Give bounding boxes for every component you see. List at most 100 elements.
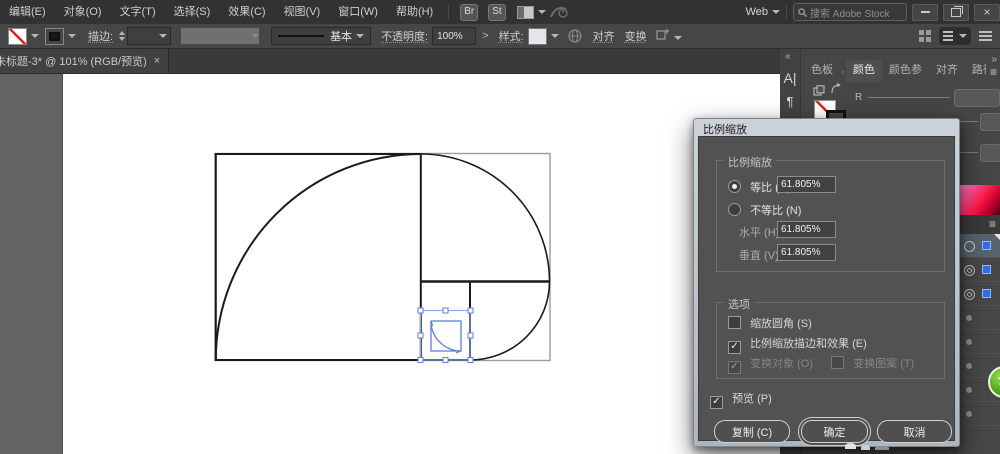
menu-type[interactable]: 文字(T) <box>111 0 165 24</box>
layers-menu-icon[interactable]: ≡ <box>989 217 996 231</box>
document-setup-globe-icon[interactable] <box>567 28 583 44</box>
chevron-down-icon <box>159 34 168 38</box>
canvas-pasteboard[interactable] <box>0 73 780 454</box>
close-button[interactable]: × <box>974 3 1000 21</box>
green-channel-slider[interactable] <box>958 121 978 122</box>
workspace-layout-icon <box>516 5 534 19</box>
align-button[interactable]: 对齐 <box>593 28 615 44</box>
tab-pathfinder[interactable]: 路径查 <box>965 60 986 82</box>
transform-patterns-checkbox <box>831 356 845 369</box>
nonuniform-radio[interactable] <box>728 203 741 216</box>
target-circle-icon[interactable] <box>964 289 975 300</box>
green-channel-input[interactable] <box>980 113 1000 131</box>
tab-color[interactable]: 颜色 <box>845 60 882 82</box>
copy-button[interactable]: 复制 (C) <box>714 420 790 443</box>
minimize-button[interactable] <box>912 3 938 21</box>
cancel-button[interactable]: 取消 <box>877 420 952 443</box>
menu-object[interactable]: 对象(O) <box>55 0 111 24</box>
tab-align[interactable]: 对齐 <box>929 60 965 82</box>
stroke-color-control[interactable] <box>45 27 76 45</box>
transform-reference-control[interactable] <box>655 28 682 44</box>
ok-button[interactable]: 确定 <box>801 420 868 443</box>
target-dot-icon[interactable] <box>966 363 972 369</box>
collapse-dock-right-icon[interactable]: » <box>991 54 996 65</box>
layer-row[interactable] <box>956 306 1000 330</box>
selection-color-square[interactable] <box>982 289 991 298</box>
character-panel-icon[interactable]: A| <box>780 70 800 86</box>
stroke-weight-label[interactable]: 描边: <box>88 28 113 44</box>
share-icon[interactable] <box>549 4 568 20</box>
menu-effect[interactable]: 效果(C) <box>219 0 274 24</box>
restore-button[interactable] <box>943 3 969 21</box>
color-spectrum-bar[interactable] <box>958 185 1000 215</box>
chevron-down-icon <box>356 34 365 38</box>
red-channel-slider[interactable] <box>868 97 950 98</box>
target-circle-icon[interactable] <box>964 241 975 252</box>
scale-dialog[interactable]: 比例缩放 比例缩放 等比 (U): 不等比 (N) 水平 (H): 垂直 (V)… <box>693 118 960 450</box>
style-swatch-dropdown[interactable] <box>527 27 559 45</box>
dialog-title: 比例缩放 <box>703 124 747 136</box>
red-channel-input[interactable] <box>954 89 1000 107</box>
arrange-documents-button[interactable] <box>939 27 971 45</box>
stock-button[interactable]: St <box>488 3 506 21</box>
swap-fill-stroke-icon[interactable] <box>830 83 843 96</box>
golden-spiral-artwork[interactable] <box>0 73 780 454</box>
style-label[interactable]: 样式: <box>499 28 524 44</box>
workspace-switcher-button[interactable] <box>516 5 546 19</box>
selection-handles <box>417 307 474 363</box>
opacity-more-arrow[interactable]: > <box>482 30 488 42</box>
layer-row[interactable] <box>956 330 1000 354</box>
bridge-button[interactable]: Br <box>460 3 479 21</box>
arrange-grid-icon[interactable] <box>919 30 931 42</box>
opacity-input[interactable]: 100% <box>432 27 477 45</box>
menu-help[interactable]: 帮助(H) <box>387 0 442 24</box>
preview-checkbox[interactable]: ✓ <box>710 395 723 409</box>
fill-color-control[interactable] <box>8 27 39 45</box>
transform-reference-icon <box>656 29 669 40</box>
tab-color-guide[interactable]: 颜色参 <box>882 60 929 82</box>
selection-color-square[interactable] <box>982 265 991 274</box>
target-dot-icon[interactable] <box>966 315 972 321</box>
uniform-radio[interactable] <box>728 180 741 193</box>
document-tab[interactable]: 未标题-3* @ 101% (RGB/预览) × <box>0 48 169 73</box>
stroke-weight-dropdown[interactable] <box>127 27 172 45</box>
blue-channel-slider[interactable] <box>958 152 978 153</box>
menu-view[interactable]: 视图(V) <box>275 0 330 24</box>
menu-window[interactable]: 窗口(W) <box>329 0 387 24</box>
transform-patterns-label: 变换图案 (T) <box>853 358 915 370</box>
target-dot-icon[interactable] <box>966 387 972 393</box>
opacity-label[interactable]: 不透明度: <box>381 28 428 44</box>
horizontal-scale-input[interactable] <box>777 221 836 238</box>
decorative-bump <box>875 446 889 450</box>
spiral-arc-2 <box>420 153 551 282</box>
blue-channel-input[interactable] <box>980 144 1000 162</box>
duplicate-icon[interactable] <box>813 85 825 97</box>
selection-color-square[interactable] <box>982 241 991 250</box>
collapse-dock-left-icon[interactable]: « <box>785 51 790 62</box>
stroke-weight-stepper[interactable] <box>119 31 126 41</box>
layer-row[interactable] <box>956 258 1000 282</box>
vertical-scale-input[interactable] <box>777 244 836 261</box>
menu-edit[interactable]: 编辑(E) <box>0 0 55 24</box>
menu-select[interactable]: 选择(S) <box>165 0 220 24</box>
layer-row[interactable] <box>956 282 1000 306</box>
variable-width-profile-dropdown[interactable]: 基本 <box>271 27 372 45</box>
panel-bars-icon <box>943 31 953 41</box>
paragraph-panel-icon[interactable]: ¶ <box>780 94 800 109</box>
scale-corners-checkbox[interactable] <box>728 316 741 329</box>
close-tab-icon[interactable]: × <box>154 55 160 67</box>
scale-strokes-checkbox[interactable]: ✓ <box>728 340 741 354</box>
target-dot-icon[interactable] <box>966 411 972 417</box>
workspace-dropdown[interactable]: Web <box>746 6 780 18</box>
layer-row[interactable] <box>956 402 1000 426</box>
selected-arc-preview <box>430 320 462 352</box>
transform-button[interactable]: 变换 <box>625 28 647 44</box>
stock-search-input[interactable]: 搜索 Adobe Stock <box>793 3 907 21</box>
tab-swatches[interactable]: 色板 <box>804 60 840 82</box>
layer-row-selected[interactable] <box>956 234 1000 258</box>
target-circle-icon[interactable] <box>964 265 975 276</box>
list-menu-icon[interactable] <box>979 31 992 41</box>
uniform-scale-input[interactable] <box>777 176 836 193</box>
panel-menu-icon[interactable]: ≡ <box>990 65 997 79</box>
target-dot-icon[interactable] <box>966 339 972 345</box>
